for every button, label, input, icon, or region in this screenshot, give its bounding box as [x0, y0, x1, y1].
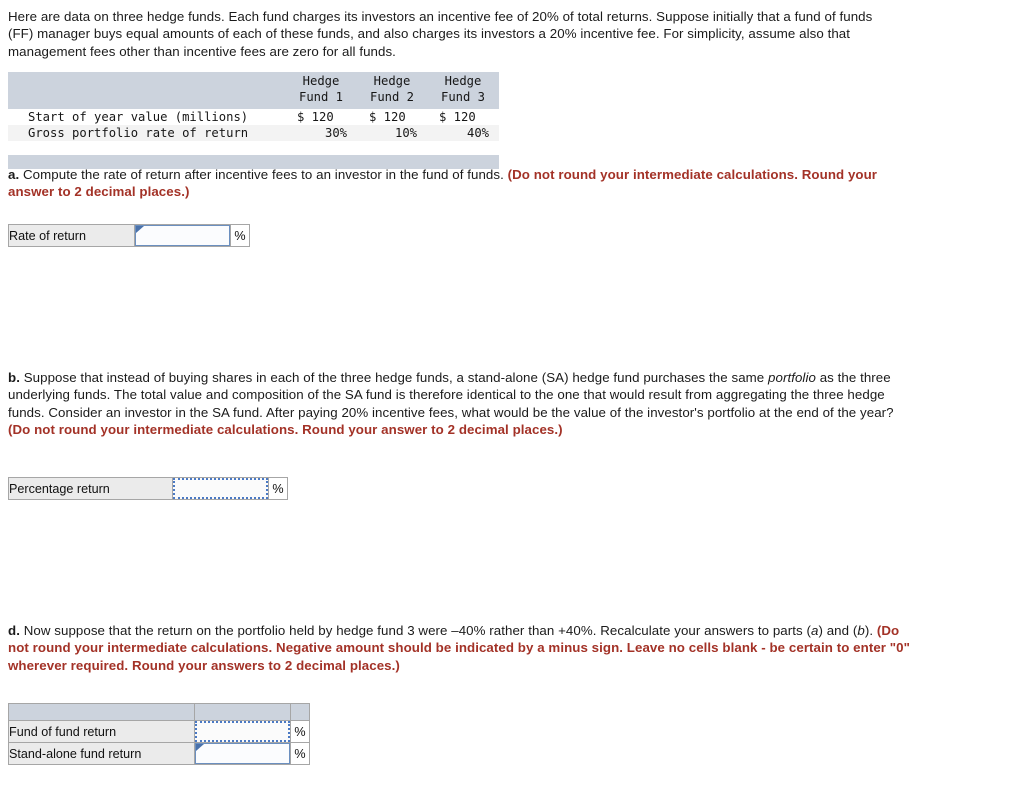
fund-of-fund-return-input[interactable]: [195, 721, 290, 742]
col-header-1-line1: Hedge: [285, 72, 357, 89]
worksheet-page: Here are data on three hedge funds. Each…: [0, 0, 1024, 794]
cell-start-value-fund3: $ 120: [427, 109, 499, 125]
input-cell-fund-of-fund-return[interactable]: [194, 720, 291, 743]
part-a-letter: a.: [8, 167, 20, 182]
part-d-grid-header-band: [8, 703, 310, 721]
part-a-text: Compute the rate of return after incenti…: [19, 167, 508, 182]
cell-start-value-fund2: $ 120: [357, 109, 427, 125]
rate-of-return-input[interactable]: [135, 225, 230, 246]
intro-paragraph: Here are data on three hedge funds. Each…: [8, 8, 892, 60]
label-percentage-return: Percentage return: [8, 477, 173, 500]
part-d-text-3: ).: [864, 623, 877, 638]
input-cell-stand-alone-fund-return[interactable]: [194, 742, 291, 765]
data-table-header-row-1: Hedge Hedge Hedge: [8, 72, 499, 89]
part-d-italic-b: b: [857, 623, 865, 638]
part-a-answer-grid: Rate of return %: [8, 224, 250, 247]
col-header-3-line2: Fund 3: [427, 89, 499, 109]
part-d-question: d. Now suppose that the return on the po…: [8, 622, 913, 674]
col-header-2-line2: Fund 2: [357, 89, 427, 109]
unit-percent-d1: %: [290, 720, 310, 743]
data-table-header-row-2: Fund 1 Fund 2 Fund 3: [8, 89, 499, 109]
unit-percent-d2: %: [290, 742, 310, 765]
part-b-requirement: (Do not round your intermediate calculat…: [8, 422, 563, 438]
part-d-text-1: Now suppose that the return on the portf…: [19, 623, 811, 638]
row-label-gross-return: Gross portfolio rate of return: [8, 125, 285, 141]
cell-start-value-fund1: $ 120: [285, 109, 357, 125]
unit-percent-a: %: [230, 224, 250, 247]
header-band-label-col: [8, 703, 195, 721]
col-header-3-line1: Hedge: [427, 72, 499, 89]
table-row: Fund of fund return %: [8, 720, 310, 743]
header-spacer-2: [8, 89, 285, 109]
cell-gross-return-fund1: 30%: [285, 125, 357, 141]
table-row: Percentage return %: [8, 477, 288, 500]
cell-gross-return-fund2: 10%: [357, 125, 427, 141]
cell-gross-return-fund3: 40%: [427, 125, 499, 141]
input-cell-rate-of-return[interactable]: [134, 224, 231, 247]
part-b-text-1: Suppose that instead of buying shares in…: [19, 370, 769, 385]
part-b-answer-grid: Percentage return %: [8, 477, 288, 500]
table-row: Rate of return %: [8, 224, 250, 247]
unit-percent-b: %: [268, 477, 288, 500]
label-fund-of-fund-return: Fund of fund return: [8, 720, 195, 743]
header-band-unit-col: [290, 703, 310, 721]
row-label-start-value: Start of year value (millions): [8, 109, 285, 125]
label-rate-of-return: Rate of return: [8, 224, 135, 247]
part-d-text-2: ) and (: [818, 623, 858, 638]
col-header-1-line2: Fund 1: [285, 89, 357, 109]
label-stand-alone-fund-return: Stand-alone fund return: [8, 742, 195, 765]
part-b-question: b. Suppose that instead of buying shares…: [8, 369, 898, 439]
part-d-letter: d.: [8, 623, 20, 638]
part-b-letter: b.: [8, 370, 20, 385]
part-d-answer-grid: Fund of fund return % Stand-alone fund r…: [8, 703, 310, 765]
part-b-italic-portfolio: portfolio: [768, 370, 816, 385]
data-table-gap: [8, 141, 499, 155]
part-a-question: a. Compute the rate of return after ince…: [8, 166, 898, 201]
intro-text: Here are data on three hedge funds. Each…: [8, 9, 873, 59]
hedge-fund-data-table: Hedge Hedge Hedge Fund 1 Fund 2 Fund 3 S…: [8, 72, 499, 169]
table-row: Gross portfolio rate of return 30% 10% 4…: [8, 125, 499, 141]
stand-alone-fund-return-input[interactable]: [195, 743, 290, 764]
header-spacer: [8, 72, 285, 89]
header-band-input-col: [194, 703, 291, 721]
col-header-2-line1: Hedge: [357, 72, 427, 89]
table-row: Start of year value (millions) $ 120 $ 1…: [8, 109, 499, 125]
table-row: Stand-alone fund return %: [8, 742, 310, 765]
percentage-return-input[interactable]: [173, 478, 268, 499]
input-cell-percentage-return[interactable]: [172, 477, 269, 500]
